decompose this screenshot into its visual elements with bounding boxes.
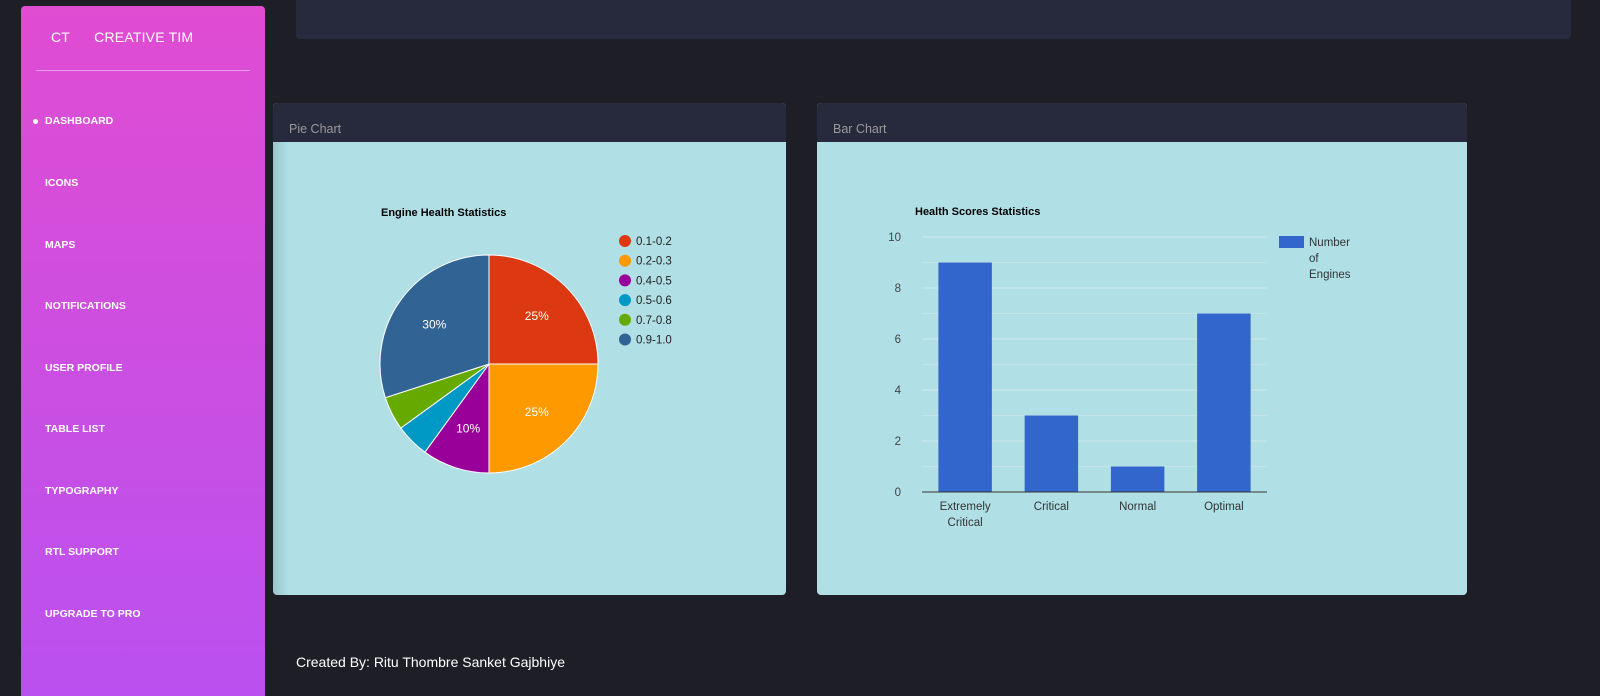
active-indicator-icon	[33, 119, 38, 124]
bar-extremely-critical[interactable]	[938, 262, 992, 493]
legend-label: 0.5-0.6	[636, 295, 672, 307]
sidebar-item-notifications[interactable]: NOTIFICATIONS	[45, 300, 126, 312]
bar-chart-card: Bar Chart Health Scores Statistics 0 2 4 6 8 1…	[817, 103, 1467, 595]
legend-label: 0.7-0.8	[636, 315, 672, 327]
x-tick-label: Critical	[948, 517, 983, 529]
sidebar-item-icons[interactable]: ICONS	[45, 177, 78, 189]
y-tick-label: 4	[895, 385, 902, 397]
y-tick-label: 6	[895, 334, 901, 346]
sidebar-item-user-profile[interactable]: USER PROFILE	[45, 362, 123, 374]
bar-optimal[interactable]	[1197, 313, 1251, 493]
sidebar-item-label: TYPOGRAPHY	[45, 485, 119, 497]
bar-card-title: Bar Chart	[817, 103, 1467, 142]
legend-label: Engines	[1309, 269, 1351, 281]
top-navbar	[296, 0, 1571, 39]
sidebar: CT CREATIVE TIM DASHBOARD ICONS MAPS NOTIFI…	[21, 6, 265, 696]
y-tick-label: 2	[895, 436, 901, 448]
sidebar-divider	[36, 70, 250, 71]
legend-swatch	[1279, 236, 1304, 248]
bar-chart-title: Health Scores Statistics	[915, 206, 1040, 218]
x-tick-label: Optimal	[1204, 501, 1244, 513]
pie-card-title: Pie Chart	[273, 103, 786, 142]
legend-swatch	[619, 294, 631, 307]
bar-normal[interactable]	[1110, 466, 1165, 493]
legend-label: 0.9-1.0	[636, 335, 672, 347]
pie-slice-label: 30%	[422, 317, 446, 331]
legend-swatch	[619, 313, 631, 326]
legend-swatch	[619, 274, 631, 287]
legend-label: 0.1-0.2	[636, 236, 672, 248]
sidebar-item-label: RTL SUPPORT	[45, 546, 119, 558]
x-tick-label: Normal	[1119, 501, 1156, 513]
legend-swatch	[619, 333, 631, 346]
logo[interactable]: CT CREATIVE TIM	[51, 29, 193, 45]
sidebar-item-label: ICONS	[45, 177, 79, 189]
legend-swatch	[619, 254, 631, 267]
x-tick-label: Critical	[1034, 501, 1069, 513]
y-tick-label: 10	[888, 232, 901, 244]
sidebar-item-label: NOTIFICATIONS	[45, 300, 126, 312]
legend-label: 0.4-0.5	[636, 275, 672, 287]
bar-critical[interactable]	[1024, 415, 1079, 493]
legend-label: Number	[1309, 237, 1350, 249]
legend-swatch	[619, 235, 631, 247]
bar-chart: Health Scores Statistics 0 2 4 6 8 10 Extremely…	[888, 206, 1351, 529]
sidebar-item-label: USER PROFILE	[45, 362, 123, 374]
pie-slice-label: 25%	[525, 405, 549, 419]
y-tick-label: 0	[895, 487, 901, 499]
sidebar-item-upgrade-to-pro[interactable]: UPGRADE TO PRO	[45, 608, 140, 620]
pie-chart-card: Pie Chart Engine Health Statistics 25% 25%…	[273, 103, 786, 595]
sidebar-item-label: UPGRADE TO PRO	[45, 608, 141, 620]
footer-credits: Created By: Ritu Thombre Sanket Gajbhiye	[296, 654, 565, 670]
sidebar-item-label: DASHBOARD	[45, 115, 114, 127]
sidebar-item-label: TABLE LIST	[45, 423, 105, 435]
pie-chart: Engine Health Statistics 25% 25% 10% 30% 0.1-…	[379, 207, 672, 474]
logo-short[interactable]: CT	[51, 29, 70, 45]
sidebar-item-maps[interactable]: MAPS	[45, 239, 75, 251]
x-tick-label: Extremely	[940, 501, 991, 513]
legend-label: 0.2-0.3	[636, 256, 672, 268]
sidebar-item-label: MAPS	[45, 239, 76, 251]
sidebar-item-table-list[interactable]: TABLE LIST	[45, 423, 105, 435]
pie-chart-title: Engine Health Statistics	[381, 207, 506, 219]
logo-full[interactable]: CREATIVE TIM	[94, 29, 193, 45]
legend-label: of	[1309, 253, 1319, 265]
sidebar-item-typography[interactable]: TYPOGRAPHY	[45, 485, 119, 497]
sidebar-item-rtl-support[interactable]: RTL SUPPORT	[45, 546, 119, 558]
y-tick-label: 8	[895, 283, 901, 295]
sidebar-item-dashboard[interactable]: DASHBOARD	[33, 115, 114, 127]
pie-slice-label: 10%	[456, 421, 480, 435]
pie-slice-label: 25%	[525, 309, 549, 323]
